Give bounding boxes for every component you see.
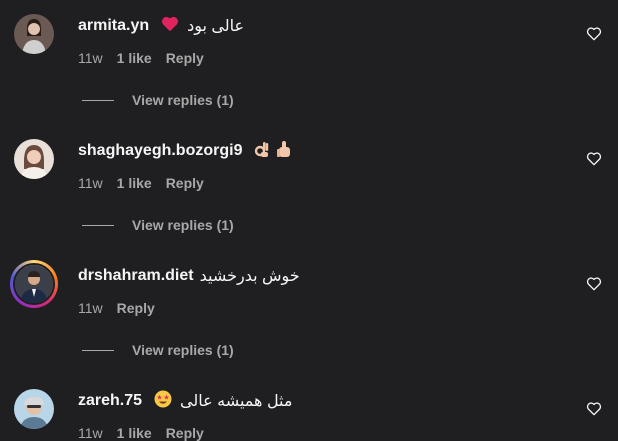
reply-button[interactable]: Reply xyxy=(166,175,204,191)
comment-timestamp[interactable]: 11w xyxy=(78,425,103,441)
comment-username[interactable]: zareh.75 xyxy=(78,392,142,410)
ok-hand-emoji-icon xyxy=(254,140,270,163)
star-struck-emoji-icon xyxy=(154,390,172,413)
avatar[interactable] xyxy=(14,389,54,429)
reply-button[interactable]: Reply xyxy=(166,50,204,66)
thumbs-up-emoji-icon xyxy=(276,140,292,163)
heart-icon[interactable] xyxy=(586,276,602,292)
reply-button[interactable]: Reply xyxy=(117,300,155,316)
comment-meta: 11w Reply xyxy=(78,300,155,316)
comment-text: خوش بدرخشید xyxy=(199,268,300,285)
view-replies-label: View replies (1) xyxy=(132,92,234,108)
comment-username[interactable]: drshahram.diet xyxy=(78,267,194,285)
view-replies-button[interactable]: View replies (1) xyxy=(82,342,234,358)
comment-timestamp[interactable]: 11w xyxy=(78,175,103,191)
comment-username[interactable]: armita.yn xyxy=(78,17,149,35)
comment-likes[interactable]: 1 like xyxy=(117,175,152,191)
replies-divider xyxy=(82,224,114,226)
view-replies-button[interactable]: View replies (1) xyxy=(82,217,234,233)
comment-text: عالی بود xyxy=(187,18,245,35)
comment-body: shaghayegh.bozorgi9 xyxy=(78,139,292,163)
comment-likes[interactable]: 1 like xyxy=(117,50,152,66)
comment-username[interactable]: shaghayegh.bozorgi9 xyxy=(78,142,242,160)
avatar-story-ring[interactable] xyxy=(10,260,58,308)
view-replies-button[interactable]: View replies (1) xyxy=(82,92,234,108)
avatar[interactable] xyxy=(14,139,54,179)
replies-divider xyxy=(82,349,114,351)
heart-icon[interactable] xyxy=(586,26,602,42)
replies-divider xyxy=(82,99,114,101)
avatar-armita-image xyxy=(14,14,54,54)
heart-icon[interactable] xyxy=(586,151,602,167)
comment-text: مثل همیشه عالی xyxy=(180,393,293,410)
avatar[interactable] xyxy=(14,14,54,54)
comment-body: armita.yn عالی بود xyxy=(78,14,244,38)
comment-body: drshahram.diet خوش بدرخشید xyxy=(78,264,300,288)
avatar-zareh-image xyxy=(14,389,54,429)
comment-meta: 11w 1 like Reply xyxy=(78,50,204,66)
comment-timestamp[interactable]: 11w xyxy=(78,50,103,66)
comment-likes[interactable]: 1 like xyxy=(117,425,152,441)
view-replies-label: View replies (1) xyxy=(132,342,234,358)
heart-icon[interactable] xyxy=(586,401,602,417)
avatar-drshahram-image xyxy=(15,265,53,303)
avatar xyxy=(13,263,55,305)
avatar-shaghayegh-image xyxy=(14,139,54,179)
comment-meta: 11w 1 like Reply xyxy=(78,175,204,191)
comment-meta: 11w 1 like Reply xyxy=(78,425,204,441)
comment-timestamp[interactable]: 11w xyxy=(78,300,103,316)
reply-button[interactable]: Reply xyxy=(166,425,204,441)
view-replies-label: View replies (1) xyxy=(132,217,234,233)
heart-emoji-icon xyxy=(161,16,179,37)
comment-body: zareh.75 مثل همیشه عالی xyxy=(78,389,292,413)
